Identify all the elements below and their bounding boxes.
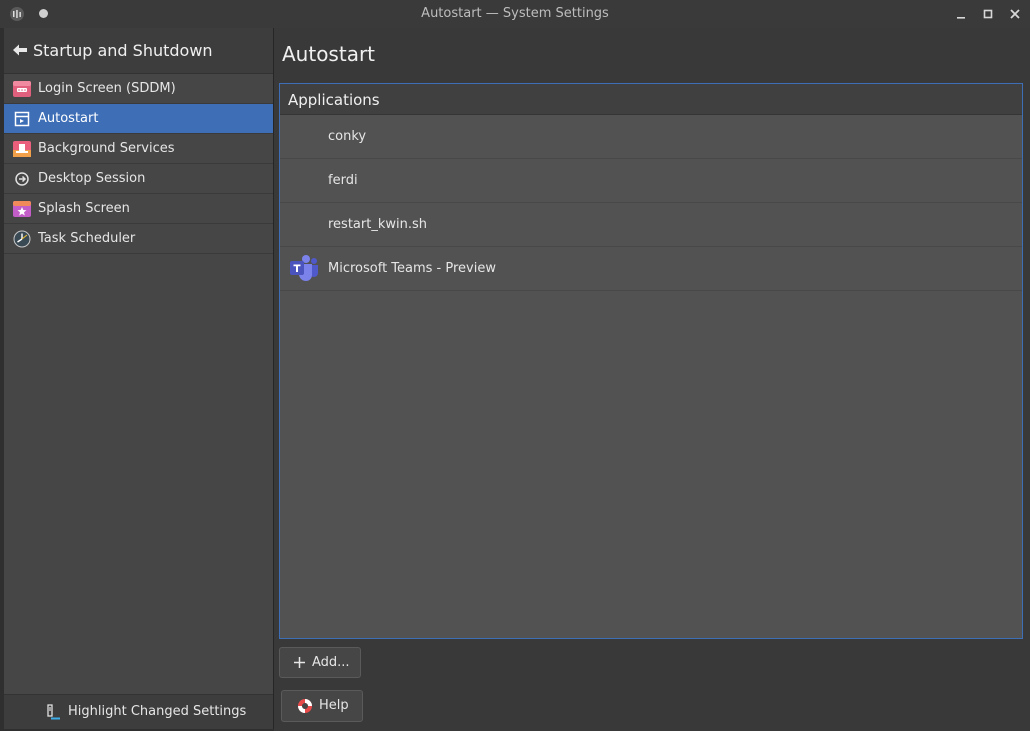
applications-header-label: Applications (288, 91, 380, 109)
highlight-changed-settings-label: Highlight Changed Settings (68, 704, 247, 719)
desktop-session-icon (15, 172, 29, 186)
app-name: Microsoft Teams - Preview (328, 261, 496, 276)
sidebar-item-label: Desktop Session (38, 171, 146, 186)
title-bar: Autostart — System Settings (0, 0, 1030, 28)
sidebar-item-task-scheduler[interactable]: Task Scheduler (4, 224, 273, 254)
sidebar-item-login-screen[interactable]: Login Screen (SDDM) (4, 74, 273, 104)
window-title: Autostart — System Settings (421, 6, 609, 21)
minimize-icon[interactable] (952, 5, 970, 23)
splash-screen-icon (13, 201, 31, 217)
maximize-icon[interactable] (979, 5, 997, 23)
sidebar-item-splash-screen[interactable]: Splash Screen (4, 194, 273, 224)
list-item[interactable]: conky (280, 115, 1022, 159)
help-button-label: Help (319, 698, 349, 713)
applications-list: conky ferdi restart_kwin.sh Microsoft Te… (280, 115, 1022, 291)
login-screen-icon (13, 81, 31, 97)
highlight-changed-settings-button[interactable]: Highlight Changed Settings (4, 694, 273, 729)
autostart-icon (14, 111, 30, 127)
add-button[interactable]: Add... (279, 647, 361, 678)
list-item[interactable]: restart_kwin.sh (280, 203, 1022, 247)
sidebar-list: Login Screen (SDDM) Autostart Background… (4, 74, 273, 254)
app-name: ferdi (328, 173, 358, 188)
main-panel: Autostart Applications conky ferdi resta… (274, 28, 1030, 731)
app-name: restart_kwin.sh (328, 217, 427, 232)
help-button[interactable]: Help (281, 690, 363, 722)
sidebar-item-label: Autostart (38, 111, 99, 126)
lifebuoy-icon (298, 699, 312, 713)
sidebar-header: Startup and Shutdown (4, 28, 273, 74)
background-services-icon (13, 141, 31, 157)
app-name: conky (328, 129, 367, 144)
list-item[interactable]: Microsoft Teams - Preview (280, 247, 1022, 291)
task-scheduler-icon (13, 230, 31, 248)
sidebar-item-background-services[interactable]: Background Services (4, 134, 273, 164)
highlight-icon (47, 704, 60, 720)
list-item[interactable]: ferdi (280, 159, 1022, 203)
plus-icon (294, 657, 305, 668)
sidebar-item-autostart[interactable]: Autostart (4, 104, 273, 134)
applications-list-frame: Applications conky ferdi restart_kwin.sh (279, 83, 1023, 639)
sidebar: Startup and Shutdown Login Screen (SDDM)… (4, 28, 273, 729)
page-title: Autostart (282, 42, 376, 66)
sidebar-item-label: Login Screen (SDDM) (38, 81, 176, 96)
close-icon[interactable] (1006, 5, 1024, 23)
sidebar-item-desktop-session[interactable]: Desktop Session (4, 164, 273, 194)
sidebar-item-label: Background Services (38, 141, 175, 156)
add-button-label: Add... (312, 655, 350, 670)
sidebar-item-label: Task Scheduler (38, 231, 136, 246)
sidebar-item-label: Splash Screen (38, 201, 130, 216)
teams-icon (290, 255, 318, 281)
applications-header: Applications (280, 84, 1022, 115)
back-arrow-icon[interactable] (12, 43, 28, 57)
sidebar-title: Startup and Shutdown (33, 41, 213, 60)
